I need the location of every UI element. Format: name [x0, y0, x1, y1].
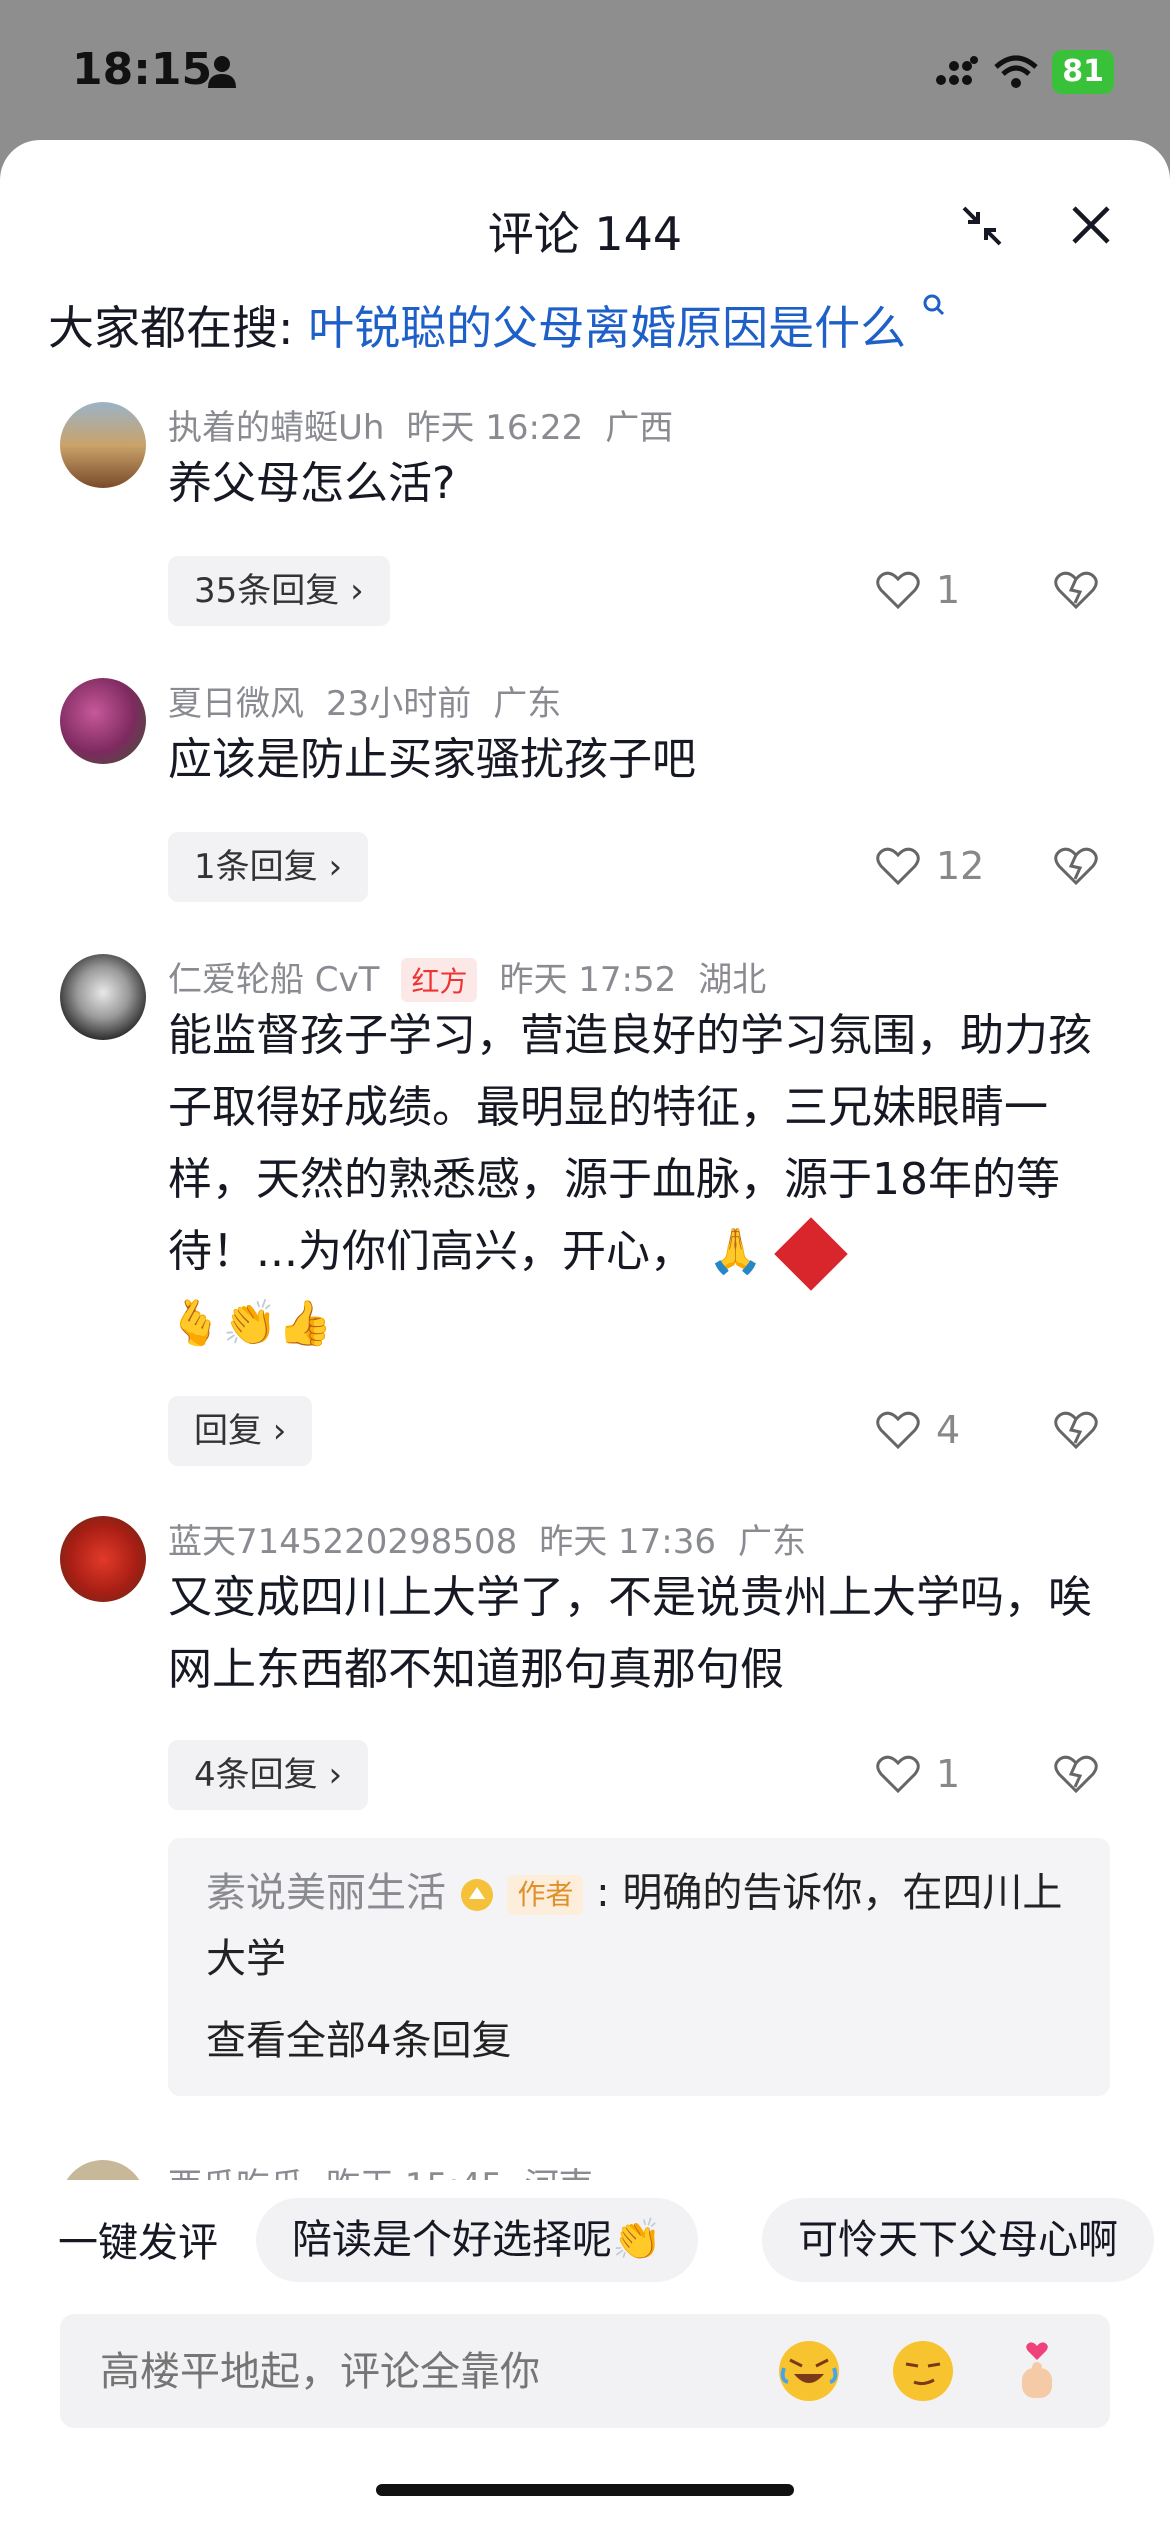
trending-query-link[interactable]: 叶锐聪的父母离婚原因是什么 [308, 301, 906, 355]
view-replies-button[interactable]: 4条回复 › [168, 1740, 369, 1810]
view-replies-button[interactable]: 1条回复 › [168, 832, 369, 902]
avatar[interactable] [60, 678, 146, 764]
quick-comment-chip[interactable]: 陪读是个好选择呢👏 [256, 2198, 698, 2282]
clapping-emoji: 👏 [222, 1298, 278, 1349]
avatar[interactable] [60, 2160, 146, 2180]
verified-badge-icon [460, 1879, 493, 1911]
avatar[interactable] [60, 402, 146, 488]
dislike-heart-icon[interactable] [1054, 570, 1098, 610]
person-icon [208, 56, 236, 88]
user-tag-badge: 红方 [401, 958, 478, 1002]
comment-location: 广东 [493, 684, 562, 724]
comment-username[interactable]: 夏日微风 [168, 684, 304, 724]
reply-username[interactable]: 素说美丽生活 [206, 1870, 446, 1916]
status-right: 81 [934, 50, 1114, 94]
reply-preview[interactable]: 素说美丽生活 作者 : 明确的告诉你，在四川上大学 查看全部4条回复 [168, 1838, 1110, 2096]
comment-time: 昨天 17:36 [539, 1522, 717, 1562]
comment-meta: 西瓜吃瓜 昨天 15:45 河南 [168, 2158, 615, 2180]
comment-text-body: 能监督孩子学习，营造良好的学习氛围，助力孩子取得好成绩。最明显的特征，三兄妹眼睛… [168, 1010, 1092, 1277]
finger-heart-emoji: 🫰 [168, 1298, 223, 1349]
comment-item: 西瓜吃瓜 昨天 15:45 河南 [0, 2156, 1170, 2180]
dislike-heart-icon[interactable] [1054, 1754, 1098, 1794]
comment-input-bar [60, 2314, 1110, 2428]
smirk-emoji-icon[interactable] [890, 2338, 956, 2404]
comment-item: 执着的蜻蜓Uh 昨天 16:22 广西 养父母怎么活? 35条回复 › 1 [0, 400, 1170, 670]
heart-icon [876, 571, 920, 610]
status-bar: 18:15 81 [0, 0, 1170, 140]
thumbs-up-emoji: 👍 [277, 1298, 333, 1349]
battery-indicator: 81 [1052, 50, 1114, 94]
like-button[interactable]: 12 [876, 844, 984, 888]
search-icon [923, 294, 944, 316]
like-button[interactable]: 4 [876, 1408, 960, 1452]
dislike-heart-icon[interactable] [1054, 846, 1098, 886]
reply-preview-text: 素说美丽生活 作者 : 明确的告诉你，在四川上大学 [206, 1860, 1086, 1992]
comment-text: 养父母怎么活? [168, 458, 456, 509]
comment-meta: 执着的蜻蜓Uh 昨天 16:22 广西 [168, 400, 695, 449]
comment-text: 应该是防止买家骚扰孩子吧 [168, 734, 696, 785]
quick-comment-chip[interactable]: 可怜天下父母心啊 [762, 2198, 1154, 2282]
reply-label: 回复 [194, 1411, 262, 1451]
like-button[interactable]: 1 [876, 1752, 960, 1796]
view-all-replies-link[interactable]: 查看全部4条回复 [206, 2008, 511, 2066]
quick-comment-bar: 一键发评 陪读是个好选择呢👏 可怜天下父母心啊 [0, 2188, 1170, 2298]
view-replies-label: 35条回复 [194, 571, 340, 611]
comment-username[interactable]: 执着的蜻蜓Uh [168, 408, 384, 448]
trending-search[interactable]: 大家都在搜: 叶锐聪的父母离婚原因是什么 [48, 292, 947, 358]
view-replies-label: 4条回复 [194, 1755, 318, 1795]
comment-item: 夏日微风 23小时前 广东 应该是防止买家骚扰孩子吧 1条回复 › 12 [0, 676, 1170, 946]
comment-time: 昨天 16:22 [406, 408, 584, 448]
heart-icon [876, 847, 920, 886]
comment-username[interactable]: 蓝天7145220298508 [168, 1522, 517, 1562]
comment-sheet: 评论 144 大家都在搜: 叶锐聪的父母离婚原因是什么 执着的蜻蜓Uh 昨天 16… [0, 140, 1170, 2532]
like-count: 4 [936, 1408, 961, 1452]
comment-list: 执着的蜻蜓Uh 昨天 16:22 广西 养父母怎么活? 35条回复 › 1 夏日微风… [0, 400, 1170, 2180]
comment-input[interactable] [98, 2342, 702, 2402]
avatar[interactable] [60, 954, 146, 1040]
comment-time: 昨天 15:45 [326, 2166, 503, 2180]
fu-emoji [773, 1217, 848, 1291]
comment-location: 广西 [605, 408, 674, 448]
comment-item: 蓝天7145220298508 昨天 17:36 广东 又变成四川上大学了，不是说贵… [0, 1514, 1170, 2096]
dislike-heart-icon[interactable] [1054, 1410, 1098, 1450]
avatar[interactable] [60, 1516, 146, 1602]
collapse-icon[interactable] [958, 202, 1006, 250]
cellular-icon [936, 56, 979, 85]
heart-icon [876, 1411, 920, 1450]
like-count: 1 [936, 1752, 961, 1796]
comment-username[interactable]: 仁爱轮船 CvT [168, 960, 379, 1000]
comment-text: 能监督孩子学习，营造良好的学习氛围，助力孩子取得好成绩。最明显的特征，三兄妹眼睛… [168, 1000, 1108, 1360]
like-count: 12 [936, 844, 985, 888]
close-icon[interactable] [1066, 200, 1116, 250]
comment-meta: 蓝天7145220298508 昨天 17:36 广东 [168, 1514, 828, 1563]
wifi-icon [994, 55, 1038, 88]
comment-time: 昨天 17:52 [499, 960, 677, 1000]
view-replies-button[interactable]: 35条回复 › [168, 556, 390, 626]
comment-meta: 夏日微风 23小时前 广东 [168, 676, 583, 725]
comment-meta: 仁爱轮船 CvT 红方 昨天 17:52 湖北 [168, 952, 788, 1002]
author-badge: 作者 [507, 1875, 584, 1915]
comment-time: 23小时前 [326, 684, 472, 724]
folded-hands-emoji: 🙏 [707, 1226, 763, 1277]
heart-icon [876, 1755, 920, 1794]
home-indicator [376, 2484, 794, 2496]
comment-username[interactable]: 西瓜吃瓜 [168, 2166, 304, 2180]
laughing-crying-emoji-icon[interactable] [776, 2338, 842, 2404]
comment-location: 广东 [738, 1522, 807, 1562]
quick-comment-label: 一键发评 [58, 2220, 218, 2266]
comment-item: 仁爱轮船 CvT 红方 昨天 17:52 湖北 能监督孩子学习，营造良好的学习氛围，助… [0, 952, 1170, 1512]
reply-button[interactable]: 回复 › [168, 1396, 313, 1466]
like-button[interactable]: 1 [876, 568, 960, 612]
trending-prefix: 大家都在搜: [48, 301, 294, 355]
status-time: 18:15 [72, 44, 213, 95]
like-count: 1 [936, 568, 961, 612]
comment-location: 河南 [525, 2166, 593, 2180]
finger-heart-emoji-icon[interactable] [1004, 2338, 1070, 2404]
comment-text: 又变成四川上大学了，不是说贵州上大学吗，唉网上东西都不知道那句真那句假 [168, 1572, 1092, 1695]
view-replies-label: 1条回复 [194, 847, 318, 887]
comment-location: 湖北 [698, 960, 767, 1000]
